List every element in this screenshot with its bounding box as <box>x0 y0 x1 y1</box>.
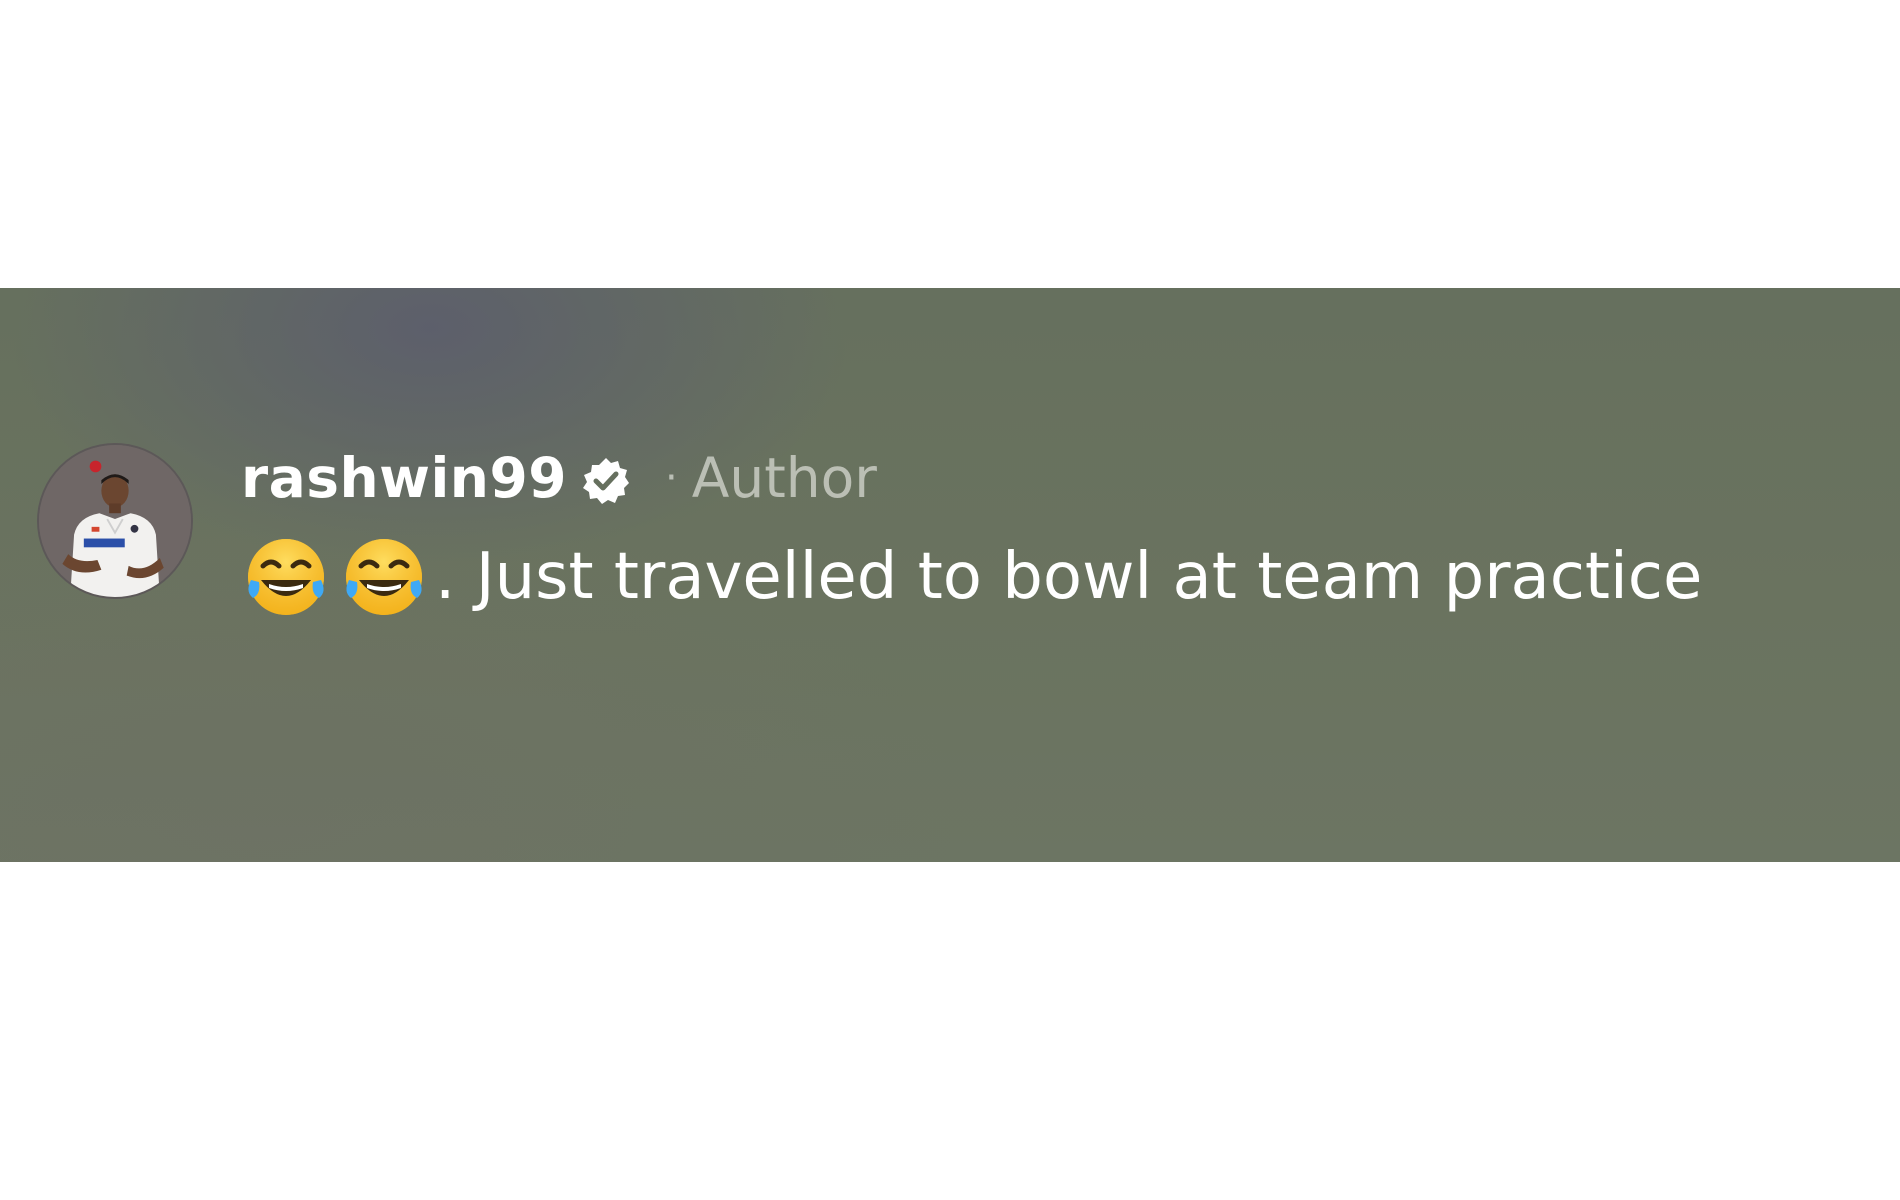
avatar[interactable] <box>37 443 193 599</box>
tears-of-joy-emoji-icon <box>241 532 331 622</box>
comment-text: . Just travelled to bowl at team practic… <box>435 540 1703 614</box>
comment-body: rashwin99 · Author . Just travelled to b… <box>241 438 1780 620</box>
avatar-image <box>39 445 191 597</box>
page-canvas: rashwin99 · Author . Just travelled to b… <box>0 0 1900 1200</box>
comment-panel: rashwin99 · Author . Just travelled to b… <box>0 288 1900 862</box>
author-label: Author <box>691 445 877 510</box>
comment-message: . Just travelled to bowl at team practic… <box>241 534 1780 620</box>
tears-of-joy-emoji-icon <box>339 532 429 622</box>
comment-header: rashwin99 · Author <box>241 438 1780 518</box>
separator-dot: · <box>665 455 678 501</box>
username[interactable]: rashwin99 <box>241 450 567 506</box>
verified-badge-icon <box>581 456 631 506</box>
